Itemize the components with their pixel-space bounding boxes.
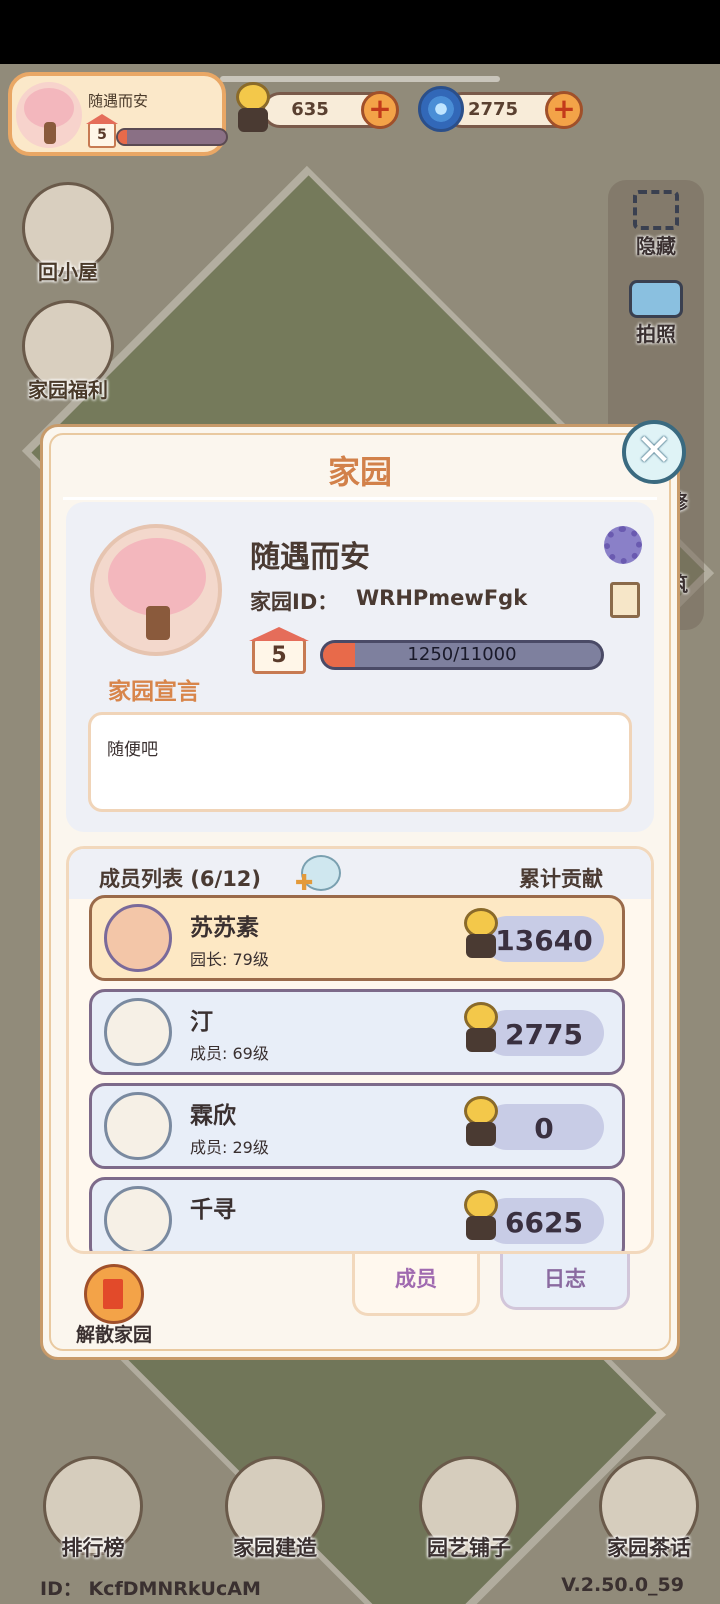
title-divider xyxy=(63,497,657,500)
member-role: 成员: 69级 xyxy=(190,1044,269,1063)
copy-id-icon[interactable] xyxy=(605,582,640,623)
member-name: 千寻 xyxy=(190,1197,236,1223)
gardening-shop-button[interactable]: 园艺铺子 xyxy=(404,1456,534,1562)
garden-welfare-label: 家园福利 xyxy=(28,378,108,402)
dissolve-garden-button[interactable]: 解散家园 xyxy=(66,1264,162,1347)
gem-counter: 2775 + xyxy=(444,91,583,129)
exit-door-icon xyxy=(84,1264,144,1324)
declaration-text: 随便吧 xyxy=(107,740,158,760)
snail-coin-icon xyxy=(458,908,502,960)
gardening-shop-label: 园艺铺子 xyxy=(427,1536,511,1560)
garden-chat-button[interactable]: 家园茶话 xyxy=(584,1456,714,1562)
member-row[interactable]: 苏苏素 园长: 79级 13640 xyxy=(89,895,625,981)
member-row[interactable]: 千寻 6625 xyxy=(89,1177,625,1251)
invite-plus-icon[interactable]: ✚ xyxy=(295,871,313,896)
add-snail-coin-button[interactable]: + xyxy=(361,91,399,129)
version-label: V.2.50.0_59 xyxy=(561,1574,684,1596)
tree-avatar-icon xyxy=(16,82,82,148)
garden-chat-label: 家园茶话 xyxy=(607,1536,691,1560)
garden-welfare-button[interactable]: 家园福利 xyxy=(18,300,118,403)
member-row[interactable]: 汀 成员: 69级 2775 xyxy=(89,989,625,1075)
garden-level-badge: 5 xyxy=(249,627,309,674)
garden-exp-text: 1250/11000 xyxy=(407,644,517,665)
contribution-pill: 2775 xyxy=(484,1010,604,1056)
member-row[interactable]: 霖欣 成员: 29级 0 xyxy=(89,1083,625,1169)
back-to-cabin-button[interactable]: 回小屋 xyxy=(18,182,118,285)
declaration-box[interactable]: 随便吧 xyxy=(88,712,632,812)
contribution-pill: 0 xyxy=(484,1104,604,1150)
photo-button[interactable]: 拍照 xyxy=(608,280,704,347)
contribution-title: 累计贡献 xyxy=(519,867,603,891)
close-icon: ✕ xyxy=(635,425,673,476)
player-profile-card[interactable]: 随遇而安 5 xyxy=(8,72,228,156)
add-gem-button[interactable]: + xyxy=(545,91,583,129)
close-button[interactable]: ✕ xyxy=(622,420,686,484)
declaration-label: 家园宣言 xyxy=(108,679,200,705)
player-name: 随遇而安 xyxy=(88,92,149,110)
camera-icon xyxy=(629,280,683,318)
member-name: 苏苏素 xyxy=(190,915,259,941)
leaderboard-button[interactable]: 排行榜 xyxy=(28,1456,158,1562)
garden-build-label: 家园建造 xyxy=(233,1536,317,1560)
modal-title: 家园 xyxy=(327,453,392,491)
garden-build-button[interactable]: 家园建造 xyxy=(210,1456,340,1562)
members-title: 成员列表 (6/12) xyxy=(99,867,262,891)
player-id: ID： KcfDMNRkUcAM xyxy=(40,1578,261,1600)
snail-coin-icon xyxy=(458,1002,502,1054)
swirl-gem-icon xyxy=(418,86,464,132)
tab-log[interactable]: 日志 xyxy=(500,1254,630,1310)
contribution-pill: 6625 xyxy=(484,1198,604,1244)
photo-label: 拍照 xyxy=(636,322,676,346)
contribution-pill: 13640 xyxy=(484,916,604,962)
members-panel: 成员列表 (6/12) ✚ 累计贡献 苏苏素 园长: 79级 13640 汀 成… xyxy=(66,846,654,1254)
garden-name: 随遇而安 xyxy=(250,540,370,575)
member-role: 成员: 29级 xyxy=(190,1138,269,1157)
snail-coin-icon xyxy=(458,1096,502,1148)
tab-members[interactable]: 成员 xyxy=(352,1254,480,1316)
contribution-value: 6625 xyxy=(505,1206,583,1239)
dissolve-garden-label: 解散家园 xyxy=(75,1324,152,1346)
cake-avatar-icon xyxy=(104,998,172,1066)
status-bar xyxy=(0,0,720,64)
koi-avatar-icon xyxy=(104,1186,172,1251)
snail-coin-value: 635 xyxy=(291,99,329,120)
back-to-cabin-label: 回小屋 xyxy=(38,260,98,284)
member-name: 霖欣 xyxy=(190,1103,236,1129)
garden-id: WRHPmewFgk xyxy=(356,586,528,610)
members-header: 成员列表 (6/12) ✚ 累计贡献 xyxy=(69,849,651,899)
contribution-value: 0 xyxy=(534,1112,554,1145)
garden-exp-bar: 1250/11000 xyxy=(320,640,604,670)
snail-coin-counter: 635 + xyxy=(262,91,399,129)
player-level-progress xyxy=(116,128,228,146)
leaderboard-label: 排行榜 xyxy=(61,1536,125,1560)
hide-button[interactable]: 隐藏 xyxy=(608,190,704,259)
contribution-value: 2775 xyxy=(505,1018,583,1051)
contribution-value: 13640 xyxy=(495,924,593,957)
settings-gear-icon[interactable] xyxy=(604,526,642,564)
member-name: 汀 xyxy=(190,1009,213,1035)
hide-frame-icon xyxy=(633,190,679,230)
girl-avatar-icon xyxy=(104,904,172,972)
tulip-avatar-icon xyxy=(104,1092,172,1160)
garden-id-label: 家园ID： xyxy=(250,590,339,614)
garden-tree-avatar-icon xyxy=(90,524,222,656)
hide-label: 隐藏 xyxy=(636,234,676,258)
player-level-badge: 5 xyxy=(86,114,118,148)
snail-coin-icon xyxy=(230,82,274,134)
snail-coin-icon xyxy=(458,1190,502,1242)
member-role: 园长: 79级 xyxy=(190,950,269,969)
